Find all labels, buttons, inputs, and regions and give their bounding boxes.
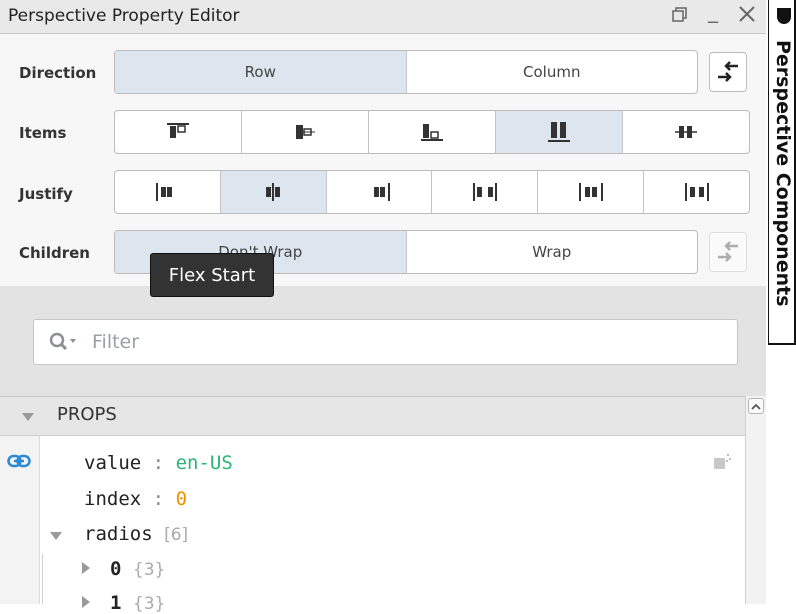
swap-direction-button[interactable] <box>709 52 747 92</box>
items-label: Items <box>19 124 67 142</box>
items-flex-end-option[interactable] <box>369 111 496 153</box>
justify-content-control <box>114 170 750 214</box>
window-title: Perspective Property Editor <box>8 6 240 26</box>
title-bar: Perspective Property Editor _ <box>0 0 766 34</box>
collapse-triangle-icon[interactable] <box>22 413 34 421</box>
props-tree: value : en-US index : 0 radios [6] 0 {3}… <box>0 436 745 614</box>
tooltip: Flex Start <box>150 253 274 297</box>
prop-row-radios-1[interactable]: 1 {3} <box>110 592 165 614</box>
prop-count: {3} <box>132 560 166 580</box>
vertical-scrollbar[interactable] <box>745 396 766 604</box>
prop-separator: : <box>152 452 165 474</box>
align-start-icon <box>167 123 189 138</box>
collapsed-triangle-icon[interactable] <box>82 596 90 608</box>
justify-space-evenly-icon <box>684 183 709 201</box>
prop-key: value <box>84 452 142 474</box>
swap-arrows-icon <box>718 241 738 262</box>
items-stretch-option[interactable] <box>496 111 623 153</box>
swap-arrows-icon <box>718 61 738 82</box>
prop-count: {3} <box>132 594 166 614</box>
expanded-triangle-icon[interactable] <box>50 532 62 540</box>
collapsed-triangle-icon[interactable] <box>82 562 90 574</box>
align-end-icon <box>421 124 443 141</box>
filter-placeholder: Filter <box>92 331 140 353</box>
tooltip-text: Flex Start <box>168 264 256 286</box>
perspective-components-tab[interactable]: Perspective Components <box>768 0 796 345</box>
prop-row-radios-0[interactable]: 0 {3} <box>110 558 165 580</box>
filter-input[interactable]: Filter <box>33 319 738 365</box>
prop-count: [6] <box>164 525 189 545</box>
props-section-header[interactable]: PROPS <box>0 396 745 436</box>
justify-center-option[interactable] <box>220 171 327 213</box>
align-baseline-icon <box>675 126 697 138</box>
items-alignment-control <box>114 110 750 154</box>
justify-label: Justify <box>19 185 73 203</box>
prop-key: radios <box>84 523 153 545</box>
items-center-option[interactable] <box>242 111 369 153</box>
justify-space-around-option[interactable] <box>538 171 645 213</box>
children-wrap-option[interactable]: Wrap <box>407 231 698 273</box>
prop-key: index <box>84 488 142 510</box>
direction-column-option[interactable]: Column <box>407 51 698 93</box>
direction-label: Direction <box>19 64 97 82</box>
justify-space-between-option[interactable] <box>432 171 539 213</box>
justify-space-between-icon <box>472 183 497 201</box>
tree-guide-line <box>42 554 43 604</box>
items-baseline-option[interactable] <box>623 111 749 153</box>
justify-flex-end-option[interactable] <box>327 171 433 213</box>
justify-space-around-icon <box>578 183 603 201</box>
justify-end-icon <box>374 183 391 201</box>
scroll-up-button[interactable] <box>748 398 764 414</box>
prop-value[interactable]: 0 <box>176 488 187 510</box>
swap-wrap-button[interactable] <box>709 232 747 272</box>
direction-row-option[interactable]: Row <box>115 51 407 93</box>
prop-key: 0 <box>110 558 122 580</box>
prop-key: 1 <box>110 592 122 614</box>
justify-space-evenly-option[interactable] <box>644 171 749 213</box>
justify-center-icon <box>266 183 281 201</box>
link-binding-icon[interactable] <box>7 453 31 472</box>
align-center-icon <box>296 125 315 139</box>
minimize-icon[interactable]: _ <box>708 0 718 24</box>
property-editor-panel: Perspective Property Editor _ Direction … <box>0 0 766 614</box>
prop-row-value[interactable]: value : en-US <box>84 452 233 474</box>
items-flex-start-option[interactable] <box>115 111 242 153</box>
sparkle-icon[interactable] <box>712 452 732 476</box>
components-icon <box>777 8 791 24</box>
children-label: Children <box>19 244 90 262</box>
justify-flex-start-option[interactable] <box>115 171 221 213</box>
prop-separator: : <box>152 488 165 510</box>
side-panel-title: Perspective Components <box>772 40 794 307</box>
restore-icon[interactable] <box>672 3 688 29</box>
close-icon[interactable] <box>738 3 756 29</box>
side-panel: Perspective Components <box>768 0 796 604</box>
prop-row-index[interactable]: index : 0 <box>84 488 187 510</box>
justify-start-icon <box>156 183 173 201</box>
direction-segmented-control: Row Column <box>114 50 698 94</box>
search-icon[interactable] <box>48 331 80 357</box>
align-stretch-icon <box>548 122 570 142</box>
props-title: PROPS <box>57 404 117 425</box>
prop-row-radios[interactable]: radios [6] <box>84 523 188 545</box>
prop-value[interactable]: en-US <box>176 452 233 474</box>
